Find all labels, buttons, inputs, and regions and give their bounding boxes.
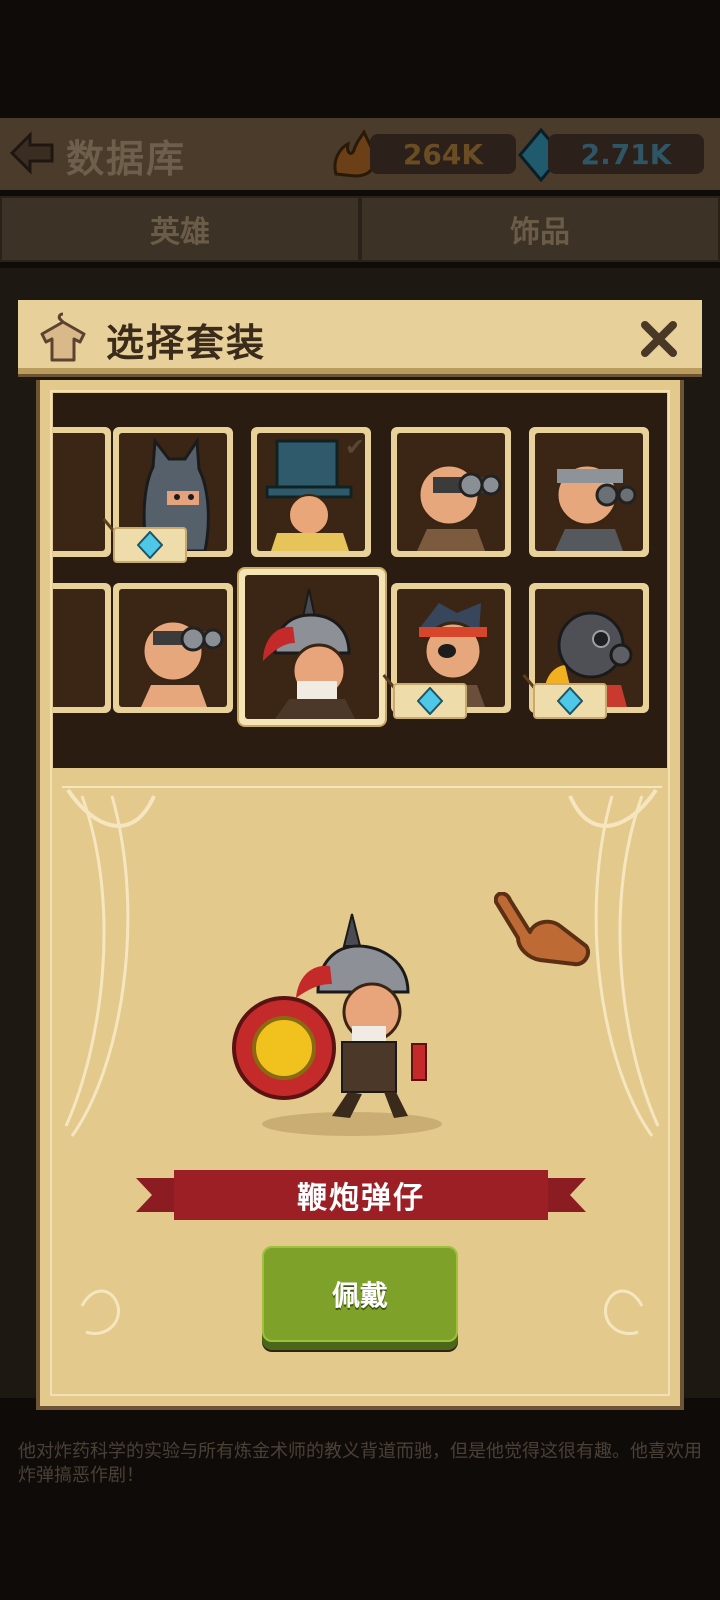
- pointing-hand-icon: [494, 892, 591, 967]
- modal-title: 选择套装: [106, 321, 267, 365]
- outfit-card-partial-2[interactable]: [53, 583, 111, 713]
- goggles-headband-icon: [555, 463, 637, 551]
- equipped-check-icon: ✔: [344, 433, 365, 461]
- tab-bar: 英雄 饰品: [0, 196, 720, 262]
- outfit-portrait: [397, 433, 505, 551]
- shirt-hanger-icon: [40, 312, 86, 362]
- gem-counter: 2.71K: [548, 134, 704, 174]
- gem-icon: [417, 687, 443, 715]
- close-icon: [641, 321, 677, 357]
- gold-counter: 264K: [370, 134, 516, 174]
- outfit-grid: ✔: [53, 393, 667, 768]
- outfit-portrait: [245, 575, 379, 719]
- hero-description: 他对炸药科学的实验与所有炼金术师的教义背道而驰，但是他觉得这很有趣。他喜欢用炸弹…: [18, 1441, 702, 1486]
- hero-sprite: [232, 913, 427, 1118]
- outfit-card-goggles-1[interactable]: [391, 427, 511, 557]
- gem-icon: [137, 531, 163, 559]
- selected-outfit-name: 鞭炮弹仔: [297, 1181, 425, 1216]
- outfit-card-top-hat[interactable]: ✔: [251, 427, 371, 557]
- outfit-portrait: [535, 433, 643, 551]
- goggles-bald-icon: [141, 619, 224, 707]
- gem-tag: [113, 527, 187, 563]
- outfit-card-partial-1[interactable]: [53, 427, 111, 557]
- outfit-portrait: [119, 589, 227, 707]
- spike-helmet-icon: [263, 588, 355, 719]
- outfit-portrait: [53, 433, 105, 551]
- close-button[interactable]: [634, 314, 684, 364]
- gold-amount: 264K: [402, 137, 484, 171]
- outfit-card-goggles-3[interactable]: [113, 583, 233, 713]
- gem-amount: 2.71K: [580, 137, 672, 171]
- gem-tag: [393, 683, 467, 719]
- outfit-portrait: [53, 589, 105, 707]
- page-title: 数据库: [66, 137, 187, 181]
- gem-icon: [557, 687, 583, 715]
- goggles-hero-icon: [417, 463, 502, 551]
- outfit-card-goggles-2[interactable]: [529, 427, 649, 557]
- wear-button[interactable]: 佩戴: [262, 1246, 458, 1342]
- outfit-card-firecracker[interactable]: [239, 569, 385, 725]
- back-arrow-icon[interactable]: [8, 130, 56, 176]
- tab-heroes[interactable]: 英雄: [0, 196, 360, 262]
- gem-tag: [533, 683, 607, 719]
- tab-accessories[interactable]: 饰品: [360, 196, 720, 262]
- wear-button-label: 佩戴: [331, 1279, 388, 1312]
